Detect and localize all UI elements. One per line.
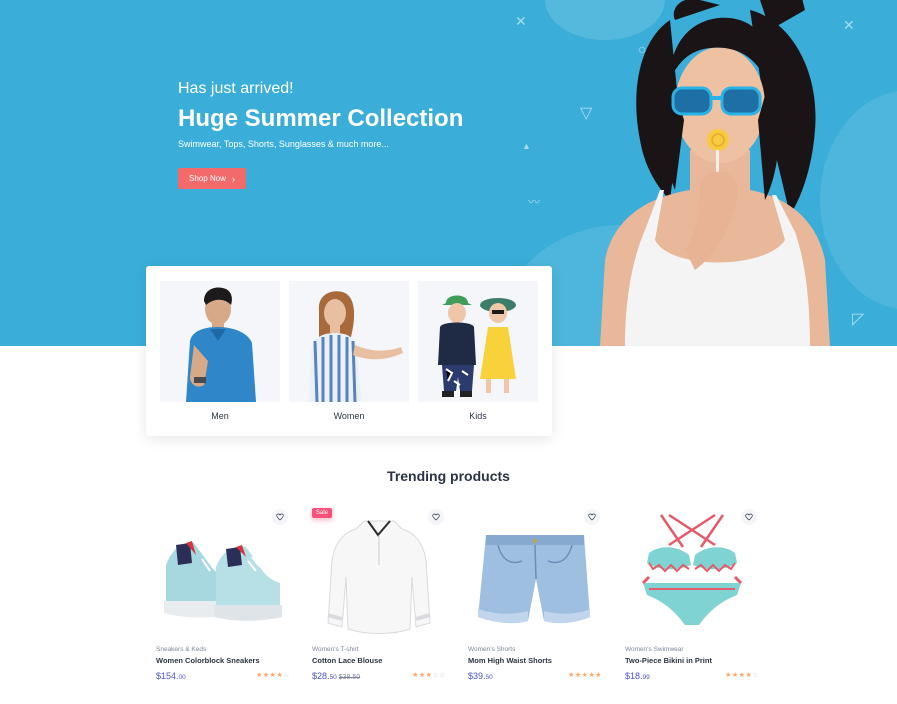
star-rating: ★★★★★ (568, 671, 602, 679)
star-icon: ★ (731, 672, 739, 679)
product-card[interactable]: Women's Shorts Mom High Waist Shorts $39… (468, 505, 602, 695)
triangle-decor-icon: ▲ (522, 141, 531, 151)
product-card[interactable]: Sneakers & Keds Women Colorblock Sneaker… (156, 505, 290, 695)
wishlist-button[interactable] (584, 509, 600, 525)
product-price: $154.00 (156, 671, 186, 681)
triangle-decor-icon: ▽ (580, 105, 593, 122)
trending-title: Trending products (387, 468, 510, 484)
wishlist-button[interactable] (272, 509, 288, 525)
star-icon: ★ (574, 672, 582, 679)
star-rating: ★★★☆☆ (412, 671, 446, 679)
hero-subtitle: Swimwear, Tops, Shorts, Sunglasses & muc… (178, 139, 389, 149)
category-card: Men Women Kids (146, 266, 552, 436)
product-old-price: $38.50 (338, 674, 361, 681)
product-card[interactable]: Sale Women's T-shirt Cotton Lace Blouse … (312, 505, 446, 695)
cross-decor-icon: ✕ (515, 13, 527, 29)
product-name[interactable]: Mom High Waist Shorts (468, 656, 552, 665)
cross-decor-icon: ✕ (843, 17, 855, 33)
star-icon: ★ (568, 672, 575, 679)
product-category: Women's T-shirt (312, 646, 359, 653)
product-name[interactable]: Women Colorblock Sneakers (156, 656, 260, 665)
decor-circle (820, 90, 897, 310)
shop-now-label: Shop Now (189, 174, 226, 183)
product-price: $39.50 (468, 671, 493, 681)
product-image (625, 505, 759, 640)
wave-decor-icon: 〰 (528, 195, 541, 209)
product-image (468, 505, 602, 640)
wishlist-button[interactable] (428, 509, 444, 525)
heart-icon (588, 513, 596, 521)
category-image-men (160, 281, 280, 402)
shop-now-button[interactable]: Shop Now › (178, 168, 246, 189)
product-price: $18.99 (625, 671, 650, 681)
star-rating: ★★★★☆ (256, 671, 290, 679)
category-image-women (289, 281, 409, 402)
star-icon: ★ (725, 672, 732, 679)
star-icon: ☆ (283, 672, 290, 679)
product-price: $28.50 $38.50 (312, 671, 361, 681)
star-icon: ★ (412, 672, 419, 679)
product-image (156, 505, 290, 640)
sale-badge: Sale (312, 508, 333, 518)
page: ✕ ✕ ○ ▽ ▲ 〰 ◸ Has just arrived! Huge Sum… (0, 0, 897, 704)
star-icon: ★ (256, 672, 263, 679)
wishlist-button[interactable] (741, 509, 757, 525)
star-icon: ★ (595, 672, 602, 679)
product-card[interactable]: Women's Swimwear Two-Piece Bikini in Pri… (625, 505, 759, 695)
hero-title: Huge Summer Collection (178, 105, 464, 132)
triangle-decor-icon: ◸ (852, 311, 865, 328)
hero-model-image (600, 0, 830, 346)
category-image-kids (418, 281, 538, 402)
category-men[interactable]: Men (160, 281, 280, 427)
product-image (312, 505, 446, 640)
category-label: Men (211, 411, 229, 421)
star-icon: ☆ (439, 672, 446, 679)
product-category: Women's Swimwear (625, 646, 684, 653)
product-category: Women's Shorts (468, 646, 516, 653)
product-name[interactable]: Cotton Lace Blouse (312, 656, 382, 665)
heart-icon (276, 513, 284, 521)
heart-icon (745, 513, 753, 521)
chevron-right-icon: › (231, 173, 235, 184)
star-icon: ★ (418, 672, 426, 679)
product-name[interactable]: Two-Piece Bikini in Print (625, 656, 712, 665)
star-icon: ☆ (752, 672, 759, 679)
star-rating: ★★★★☆ (725, 671, 759, 679)
category-label: Women (333, 411, 365, 421)
product-category: Sneakers & Keds (156, 646, 207, 653)
heart-icon (432, 513, 440, 521)
star-icon: ★ (262, 672, 270, 679)
hero-eyebrow: Has just arrived! (178, 80, 294, 97)
category-label: Kids (469, 411, 487, 421)
category-kids[interactable]: Kids (418, 281, 538, 427)
category-women[interactable]: Women (289, 281, 409, 427)
